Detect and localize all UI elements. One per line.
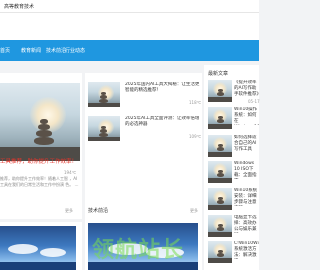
sidebar-heading: 最新文章 [208,71,229,77]
news-views: 118℃ [189,100,202,105]
header-banner [0,13,259,40]
sidebar-item-title[interactable]: 《提升效率的AI写作助手软件推荐》 [234,80,259,98]
bottom-left-card [0,222,82,270]
featured-card[interactable] [0,73,82,219]
news-thumb[interactable] [88,116,120,141]
bottom-left-image[interactable] [0,226,76,270]
sidebar-item-title[interactable]: 如何选择适合自己的AI写作工具 [234,135,259,153]
news-views: 109℃ [189,134,202,139]
nav-item-edu-news[interactable]: 教育新闻 [21,47,41,54]
featured-image[interactable] [0,83,80,161]
news-title[interactable]: 2025年国内AI工具大揭秘：让生活更智能的精选推荐！ [125,82,200,94]
news-list: 2025年国内AI工具大揭秘：让生活更智能的精选推荐！ 118℃ 2025年AI… [85,73,202,219]
sidebar-thumb[interactable] [208,80,232,102]
featured-excerpt: 推荐，助你提升工作效率！随着人工智 ，AI工具在我们的日常生活和工作中扮演 色。… [0,176,79,187]
nav-item-home[interactable]: 首页 [0,47,10,54]
sidebar: 最新文章 《提升效率的AI写作助手软件推荐》 05-17 Win10操作系统：如… [204,65,260,270]
featured-more-link[interactable]: 更多 [65,208,73,214]
nav-item-industry[interactable]: 行业动态 [65,47,85,54]
site-title[interactable]: 高等教育技术 [4,3,34,10]
tech-more-link[interactable]: 更多 [190,208,198,214]
featured-views: 194℃ [64,170,77,175]
top-bar: 高等教育技术 [0,0,259,13]
sidebar-thumb[interactable] [208,241,232,263]
nav-item-tech[interactable]: 技术前沿 [46,47,66,54]
news-thumb[interactable] [88,82,120,107]
sidebar-item-date: 05-17 [248,99,260,104]
watermark: 领航站长 [92,238,185,263]
sidebar-thumb[interactable] [208,107,232,129]
sidebar-item-title[interactable]: Windows 10 ISO下载：全面指南... [234,161,259,179]
featured-title[interactable]: 工具推荐，助你提升工作效率！ [0,157,77,165]
sidebar-item-title[interactable]: 电脑显卡选择：高效办公与娱乐兼顾 [234,215,259,233]
news-title[interactable]: 2025年AI工具全面评测：让效率倍增的必选神器 [125,116,200,128]
sidebar-thumb[interactable] [208,188,232,210]
sidebar-item-title[interactable]: Win10操作系统：如何在Windows10系统中... [234,107,259,125]
sidebar-item-title[interactable]: C!Win10Win10系统激活方法：解决激活... [234,241,259,259]
sidebar-thumb[interactable] [208,215,232,237]
sidebar-thumb[interactable] [208,161,232,183]
sidebar-thumb[interactable] [208,135,232,157]
tech-section-heading: 技术前沿 [88,208,109,214]
main-nav: 首页 教育新闻 技术前沿 行业动态 [0,40,259,61]
sidebar-item-title[interactable]: Win10系统安装：详细步骤与注意事项 [234,188,259,206]
